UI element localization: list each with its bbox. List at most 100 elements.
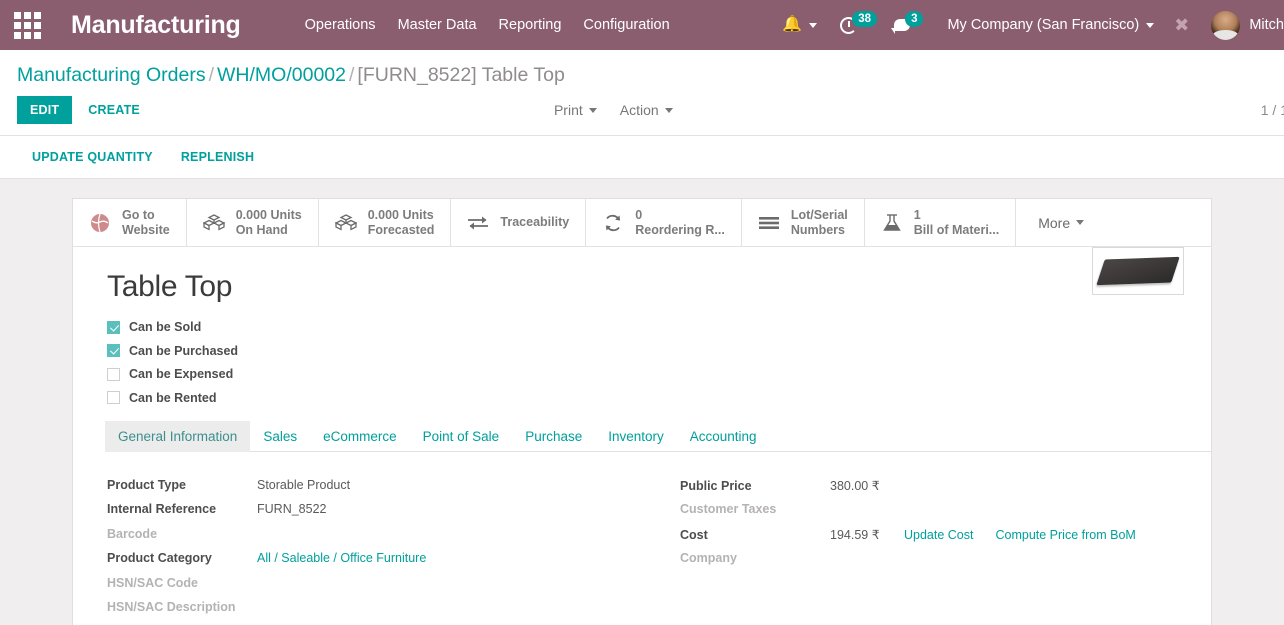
stat-value: 0.000 Units <box>235 208 302 222</box>
activities-menu[interactable]: 38 <box>840 11 878 34</box>
stat-button-reordering-rules[interactable]: 0 Reordering R... <box>586 199 742 246</box>
menu-item-operations[interactable]: Operations <box>294 11 387 39</box>
tab-inventory[interactable]: Inventory <box>595 421 677 452</box>
action-label: Action <box>619 102 659 118</box>
exchange-icon <box>467 215 489 231</box>
compute-price-from-bom-button[interactable]: Compute Price from BoM <box>995 528 1135 542</box>
product-category-link[interactable]: All / Saleable / Office Furniture <box>257 551 426 565</box>
breadcrumb-item-mo[interactable]: WH/MO/00002 <box>217 64 346 86</box>
field-value[interactable]: 380.00 ₹ <box>830 478 882 493</box>
field-value[interactable]: FURN_8522 <box>257 502 326 516</box>
update-quantity-button[interactable]: UPDATE QUANTITY <box>23 146 162 168</box>
fields-right-column: Public Price 380.00 ₹ Customer Taxes Cos… <box>642 478 1211 625</box>
control-panel-buttons: EDIT CREATE Print Action 1 / 1 <box>0 96 1284 135</box>
edit-button[interactable]: EDIT <box>17 96 73 124</box>
checkbox-can-be-expensed[interactable] <box>107 367 120 381</box>
pager[interactable]: 1 / 1 <box>1261 102 1284 118</box>
top-navbar: Manufacturing Operations Master Data Rep… <box>0 0 1284 50</box>
field-public-price: Public Price 380.00 ₹ <box>680 478 1211 493</box>
tab-sales[interactable]: Sales <box>250 421 310 452</box>
more-label: More <box>1038 214 1071 231</box>
update-cost-button[interactable]: Update Cost <box>904 528 973 542</box>
menu-item-reporting[interactable]: Reporting <box>488 11 573 39</box>
breadcrumb-current: [FURN_8522] Table Top <box>357 64 565 86</box>
breadcrumb-separator: / <box>208 64 215 86</box>
field-value[interactable]: Storable Product <box>257 478 350 492</box>
stat-button-more[interactable]: More <box>1016 199 1106 246</box>
apps-grid-icon[interactable] <box>10 8 44 42</box>
stat-label: Reordering R... <box>635 222 725 237</box>
stat-button-go-to-website[interactable]: Go to Website <box>73 199 187 246</box>
stat-label: Bill of Materi... <box>913 222 1000 237</box>
stat-button-on-hand[interactable]: 0.000 Units On Hand <box>187 199 319 246</box>
checkbox-row-can-be-rented: Can be Rented <box>107 391 1211 405</box>
tab-purchase[interactable]: Purchase <box>512 421 595 452</box>
chevron-down-icon <box>588 107 597 113</box>
field-label: Internal Reference <box>107 502 217 516</box>
stat-button-forecasted[interactable]: 0.000 Units Forecasted <box>319 199 452 246</box>
stat-text: 0.000 Units Forecasted <box>368 208 435 237</box>
company-name: My Company (San Francisco) <box>947 17 1140 33</box>
chevron-down-icon <box>1146 22 1155 28</box>
chevron-down-icon <box>809 22 818 28</box>
checkbox-label: Can be Expensed <box>129 367 234 381</box>
bars-icon <box>758 216 780 230</box>
stat-text: Go to Website <box>122 208 170 237</box>
menu-item-master-data[interactable]: Master Data <box>387 11 488 39</box>
field-hsn-sac-description: HSN/SAC Description <box>107 600 642 614</box>
stat-label: On Hand <box>235 222 288 237</box>
main-menu: Operations Master Data Reporting Configu… <box>294 11 681 39</box>
product-form-sheet: Go to Website 0.000 Units On Hand 0.000 … <box>72 198 1212 625</box>
field-label: Product Category <box>107 551 212 565</box>
tab-accounting[interactable]: Accounting <box>677 421 770 452</box>
create-button[interactable]: CREATE <box>81 96 147 124</box>
tab-point-of-sale[interactable]: Point of Sale <box>410 421 513 452</box>
field-label: HSN/SAC Code <box>107 575 198 590</box>
print-dropdown[interactable]: Print <box>547 98 604 122</box>
checkbox-label: Can be Sold <box>129 320 202 334</box>
stat-button-bill-of-materials[interactable]: 1 Bill of Materi... <box>865 199 1017 246</box>
bell-icon: 🔔 <box>782 16 803 33</box>
checkbox-row-can-be-expensed: Can be Expensed <box>107 367 1211 381</box>
user-menu-label[interactable]: Mitch <box>1249 17 1284 33</box>
field-hsn-sac-code: HSN/SAC Code <box>107 576 642 590</box>
menu-item-configuration[interactable]: Configuration <box>572 11 680 39</box>
stat-button-lot-serial-numbers[interactable]: Lot/Serial Numbers <box>742 199 865 246</box>
stat-label-line2: Website <box>122 222 170 237</box>
stat-label-line2: Numbers <box>790 222 845 237</box>
field-label: HSN/SAC Description <box>107 600 236 614</box>
avatar[interactable] <box>1211 10 1241 40</box>
stat-label: Forecasted <box>367 222 435 237</box>
stat-label-line1: Lot/Serial <box>790 208 848 222</box>
form-notebook-tabs: General Information Sales eCommerce Poin… <box>105 420 1211 452</box>
close-icon[interactable]: ✖ <box>1174 16 1189 34</box>
app-brand-title[interactable]: Manufacturing <box>71 11 241 40</box>
messages-menu[interactable]: 3 <box>891 11 924 34</box>
tab-ecommerce[interactable]: eCommerce <box>310 421 410 452</box>
action-dropdown[interactable]: Action <box>613 98 680 122</box>
breadcrumb-item-root[interactable]: Manufacturing Orders <box>17 64 206 86</box>
checkbox-can-be-rented[interactable] <box>107 391 120 404</box>
field-label: Cost <box>680 527 708 542</box>
field-value[interactable]: 194.59 ₹ <box>830 527 882 542</box>
record-action-bar: UPDATE QUANTITY REPLENISH <box>0 136 1284 179</box>
stat-text: Lot/Serial Numbers <box>791 208 848 237</box>
field-product-category: Product Category All / Saleable / Office… <box>107 551 642 565</box>
stat-button-traceability[interactable]: Traceability <box>451 199 587 246</box>
tab-general-information[interactable]: General Information <box>105 420 251 452</box>
globe-icon <box>89 213 111 233</box>
replenish-button[interactable]: REPLENISH <box>172 146 263 168</box>
chevron-down-icon <box>664 107 673 113</box>
checkbox-can-be-purchased[interactable] <box>107 344 120 357</box>
field-value: All / Saleable / Office Furniture <box>257 551 426 565</box>
checkbox-can-be-sold[interactable] <box>107 320 120 334</box>
print-label: Print <box>553 102 583 118</box>
product-image[interactable] <box>1092 247 1184 295</box>
stat-text: 1 Bill of Materi... <box>914 208 999 237</box>
stat-text: Traceability <box>500 215 569 230</box>
flask-icon <box>881 213 903 233</box>
form-sheet-area: Go to Website 0.000 Units On Hand 0.000 … <box>0 179 1284 625</box>
breadcrumb: Manufacturing Orders / WH/MO/00002/[FURN_8… <box>0 50 1284 96</box>
notifications-menu[interactable]: 🔔 <box>782 16 818 33</box>
company-switcher[interactable]: My Company (San Francisco) <box>947 17 1155 33</box>
